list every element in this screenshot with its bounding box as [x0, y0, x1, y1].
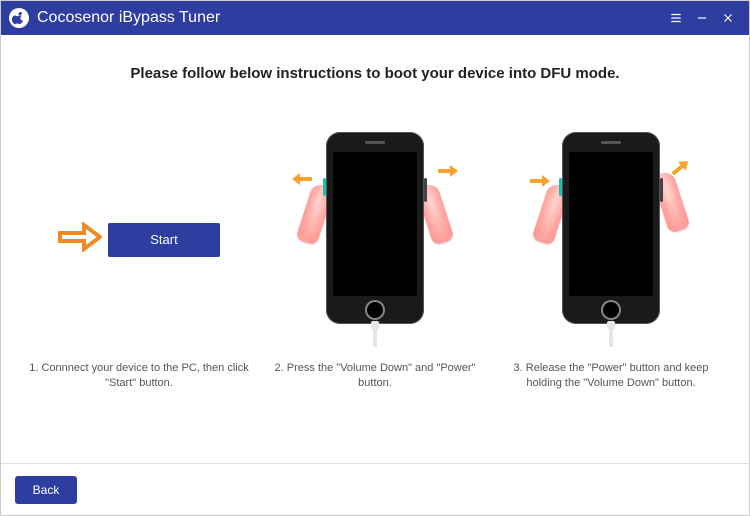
app-logo-icon	[9, 8, 29, 28]
cable-icon	[607, 321, 615, 347]
minimize-button[interactable]	[689, 5, 715, 31]
close-icon	[721, 11, 735, 25]
step-1-caption: 1. Connnect your device to the PC, then …	[21, 361, 257, 392]
close-button[interactable]	[715, 5, 741, 31]
step-1-visual: Start	[21, 132, 257, 347]
cable-icon	[371, 321, 379, 347]
main-content: Please follow below instructions to boot…	[1, 35, 749, 463]
power-button-icon	[660, 178, 663, 202]
volume-down-button-icon	[323, 178, 326, 196]
menu-button[interactable]	[663, 5, 689, 31]
app-window: Cocosenor iBypass Tuner Please follow be…	[0, 0, 750, 516]
step-2: 2. Press the "Volume Down" and "Power" b…	[257, 132, 493, 392]
hold-arrow-left-icon	[530, 174, 550, 193]
step-3: 3. Release the "Power" button and keep h…	[493, 132, 729, 392]
footer-bar: Back	[1, 463, 749, 515]
press-arrow-left-icon	[292, 172, 312, 191]
step-1: Start 1. Connnect your device to the PC,…	[21, 132, 257, 392]
phone-illustration	[326, 132, 424, 324]
step-3-caption: 3. Release the "Power" button and keep h…	[493, 361, 729, 392]
back-button[interactable]: Back	[15, 476, 77, 504]
power-button-icon	[424, 178, 427, 202]
volume-down-button-icon	[559, 178, 562, 196]
steps-row: Start 1. Connnect your device to the PC,…	[21, 132, 729, 392]
minimize-icon	[695, 11, 709, 25]
phone-illustration	[562, 132, 660, 324]
page-heading: Please follow below instructions to boot…	[21, 65, 729, 82]
menu-icon	[669, 11, 683, 25]
pointer-arrow-icon	[58, 222, 102, 257]
step-2-visual	[257, 132, 493, 347]
step-2-caption: 2. Press the "Volume Down" and "Power" b…	[257, 361, 493, 392]
step-3-visual	[493, 132, 729, 347]
app-title: Cocosenor iBypass Tuner	[37, 9, 220, 27]
start-button[interactable]: Start	[108, 223, 220, 257]
title-bar: Cocosenor iBypass Tuner	[1, 1, 749, 35]
press-arrow-right-icon	[438, 164, 458, 183]
